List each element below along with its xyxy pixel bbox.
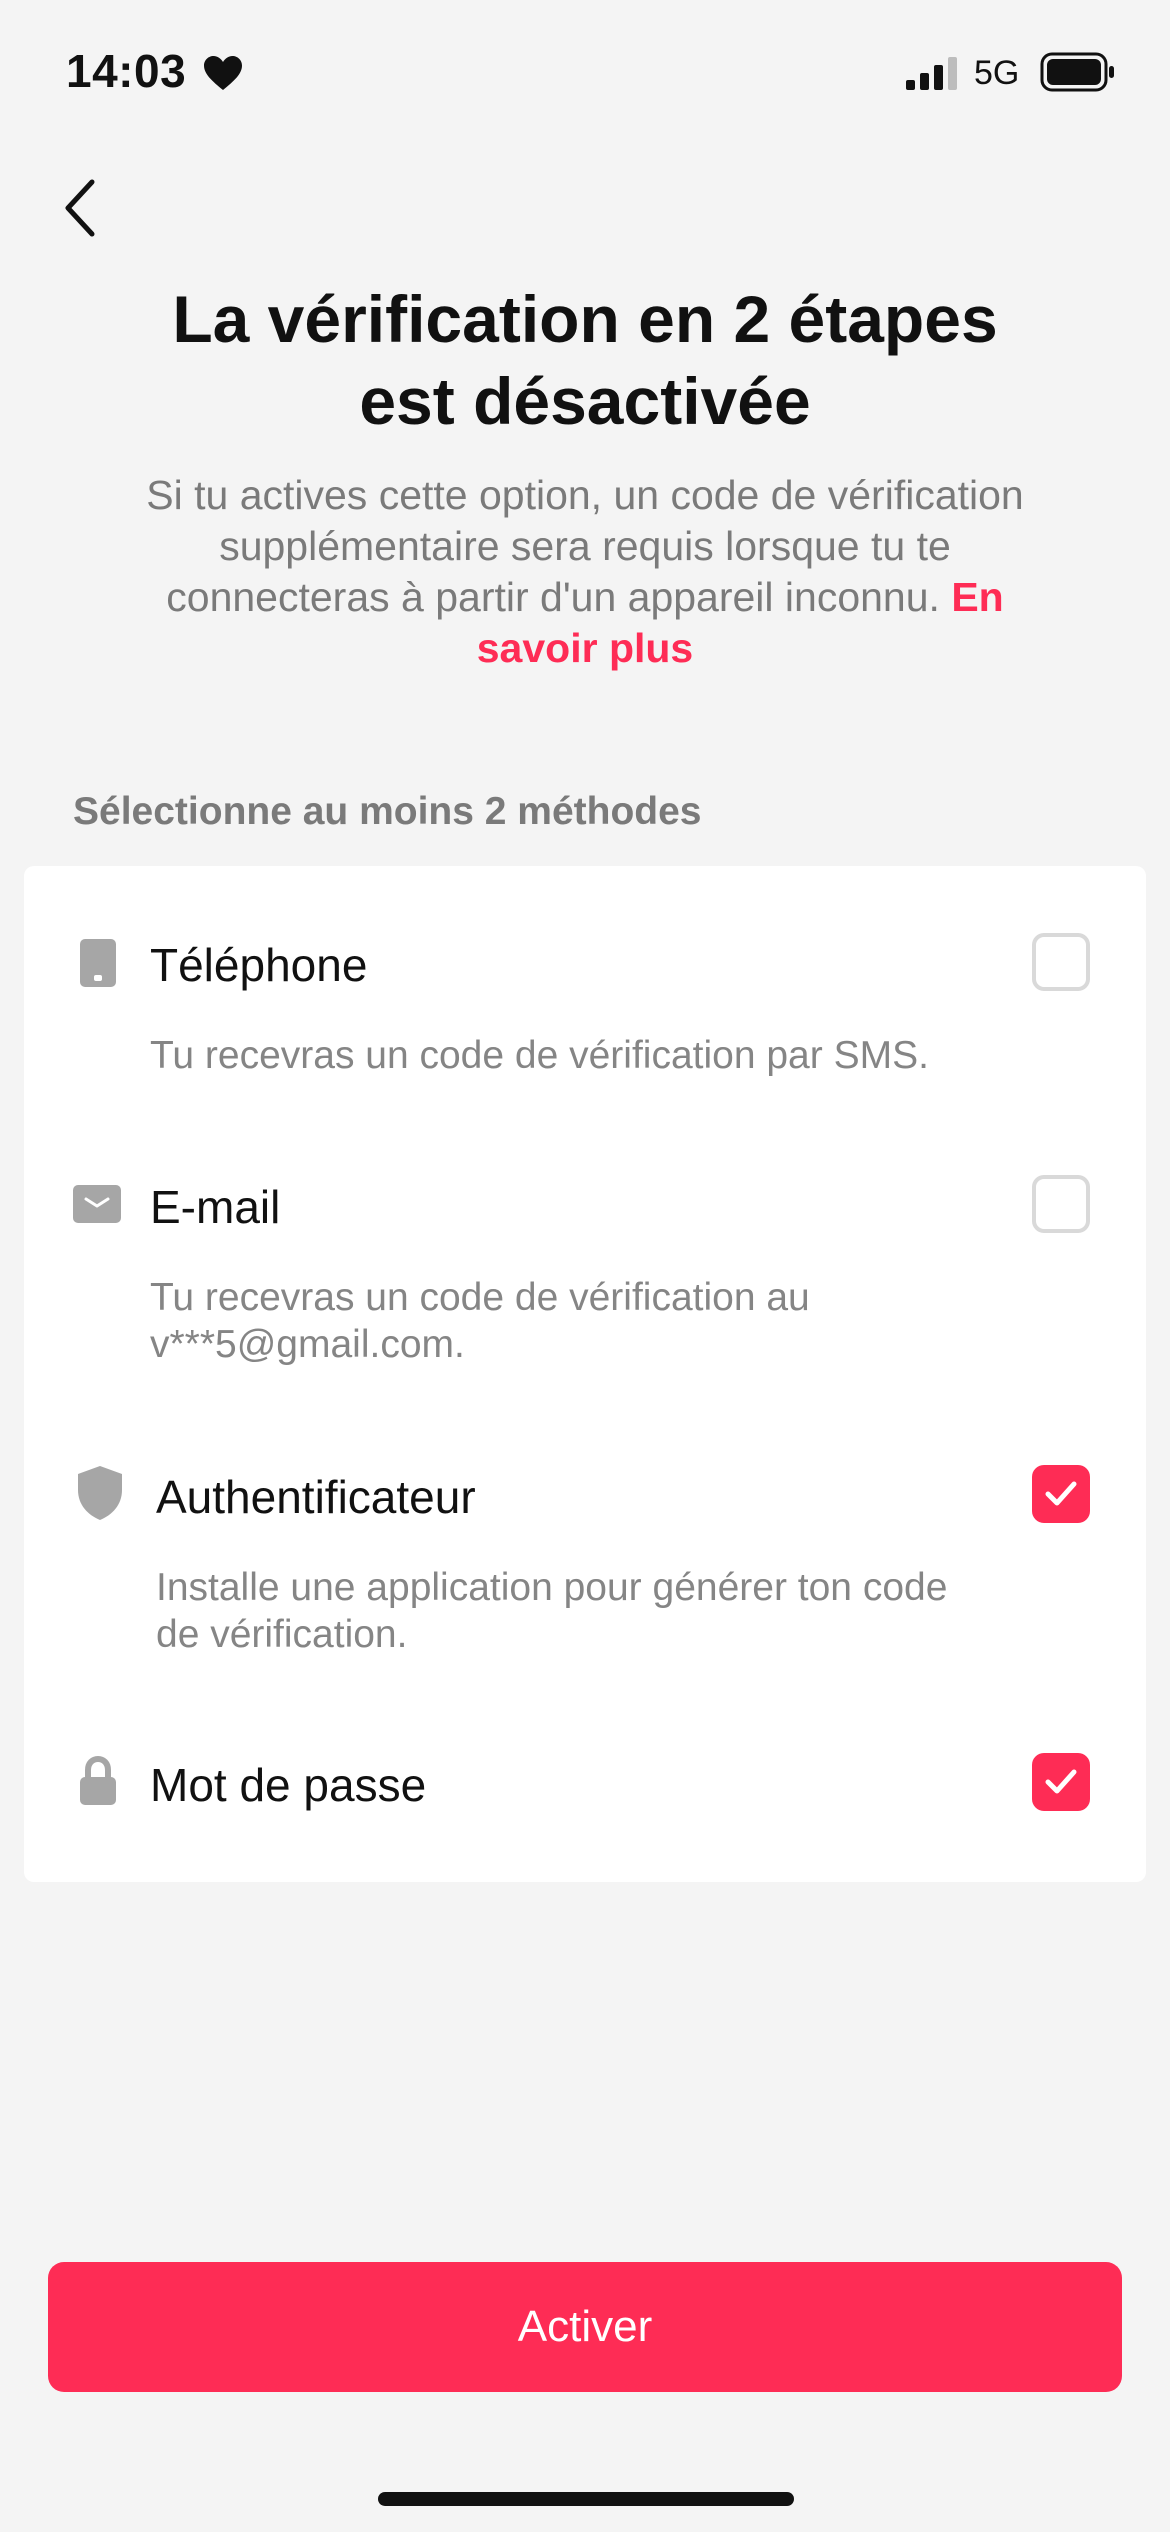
cellular-signal-icon bbox=[906, 57, 957, 90]
description-text: Si tu actives cette option, un code de v… bbox=[146, 472, 1024, 620]
lock-icon bbox=[74, 1754, 122, 1808]
method-desc-email: Tu recevras un code de vérification au v… bbox=[150, 1274, 810, 1368]
method-title-authenticator: Authentificateur bbox=[156, 1471, 476, 1523]
section-label: Sélectionne au moins 2 méthodes bbox=[73, 790, 702, 833]
page-description: Si tu actives cette option, un code de v… bbox=[140, 470, 1030, 674]
phone-checkbox[interactable] bbox=[1032, 933, 1090, 991]
phone-icon bbox=[76, 936, 120, 990]
status-bar: 14:03 5G bbox=[0, 0, 1170, 150]
method-desc-authenticator: Installe une application pour générer to… bbox=[156, 1564, 947, 1658]
methods-card: Téléphone Tu recevras un code de vérific… bbox=[24, 866, 1146, 1882]
battery-icon bbox=[1040, 52, 1114, 92]
method-desc-authenticator-line-1: Installe une application pour générer to… bbox=[156, 1566, 948, 1609]
shield-icon bbox=[74, 1464, 126, 1522]
page-title: La vérification en 2 étapes est désactiv… bbox=[100, 278, 1070, 442]
network-type: 5G bbox=[974, 54, 1020, 92]
checkmark-icon bbox=[1045, 1481, 1077, 1506]
back-button[interactable] bbox=[44, 168, 116, 248]
method-desc-email-line-1: Tu recevras un code de vérification au bbox=[150, 1276, 810, 1319]
checkmark-icon bbox=[1045, 1769, 1077, 1794]
mail-icon bbox=[72, 1184, 122, 1224]
method-title-phone: Téléphone bbox=[150, 939, 368, 991]
heart-icon bbox=[204, 56, 242, 90]
email-checkbox[interactable] bbox=[1032, 1175, 1090, 1233]
method-desc-phone-line-1: Tu recevras un code de vérification par … bbox=[150, 1034, 929, 1077]
password-checkbox[interactable] bbox=[1032, 1753, 1090, 1811]
method-desc-authenticator-line-2: de vérification. bbox=[156, 1613, 408, 1656]
method-title-email: E-mail bbox=[150, 1181, 281, 1233]
status-time: 14:03 bbox=[66, 45, 187, 97]
home-indicator[interactable] bbox=[378, 2492, 794, 2506]
authenticator-checkbox[interactable] bbox=[1032, 1465, 1090, 1523]
page-title-line-2: est désactivée bbox=[359, 364, 811, 438]
method-desc-email-line-2: v***5@gmail.com. bbox=[150, 1323, 465, 1366]
activate-button[interactable]: Activer bbox=[48, 2262, 1122, 2392]
chevron-left-icon bbox=[65, 179, 95, 237]
page-title-line-1: La vérification en 2 étapes bbox=[172, 282, 998, 356]
method-title-password: Mot de passe bbox=[150, 1759, 427, 1811]
method-desc-phone: Tu recevras un code de vérification par … bbox=[150, 1032, 929, 1079]
